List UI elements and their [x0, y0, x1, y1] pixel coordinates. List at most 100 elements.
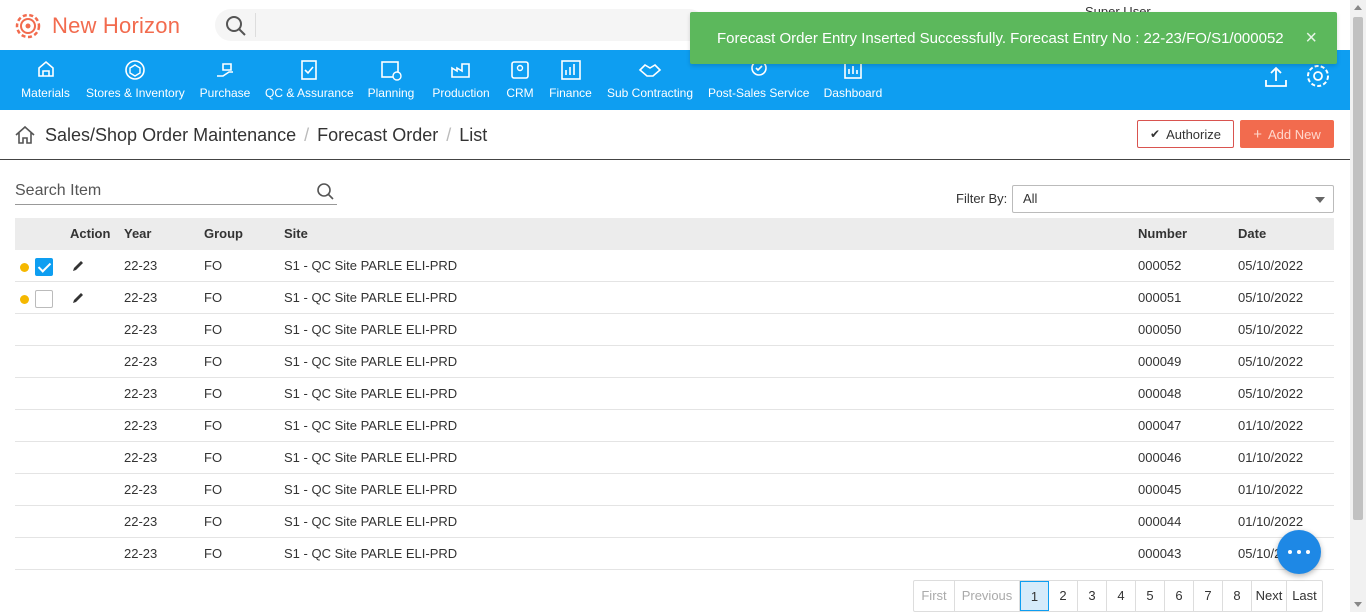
cell-date: 05/10/2022 [1238, 386, 1304, 401]
nav-production[interactable]: Production [430, 50, 492, 110]
cell-date: 05/10/2022 [1238, 322, 1304, 337]
pager-next-button[interactable]: Next [1252, 581, 1287, 611]
scroll-up-arrow-icon[interactable] [1354, 5, 1362, 10]
cell-year: 22-23 [124, 290, 158, 305]
nav-crm[interactable]: CRM [503, 50, 537, 110]
table-row[interactable]: 22-23 FO S1 - QC Site PARLE ELI-PRD 000044 0… [15, 506, 1334, 538]
page-scrollbar[interactable] [1350, 0, 1366, 612]
cell-number: 000049 [1138, 354, 1182, 369]
cell-year: 22-23 [124, 258, 158, 273]
header-date[interactable]: Date [1238, 218, 1266, 250]
cell-group: FO [204, 482, 223, 497]
search-item-input[interactable] [15, 180, 305, 202]
nav-qc-assurance[interactable]: QC & Assurance [265, 50, 354, 110]
settings-gear-icon[interactable] [1304, 62, 1332, 90]
pager-page-8[interactable]: 8 [1223, 581, 1252, 611]
table-row[interactable]: 22-23 FO S1 - QC Site PARLE ELI-PRD 000043 0… [15, 538, 1334, 570]
gear-logo-icon [15, 13, 41, 39]
filter-label: Filter By: [956, 191, 1008, 206]
scroll-down-arrow-icon[interactable] [1354, 602, 1362, 607]
table-header: Action Year Group Site Number Date [15, 218, 1334, 250]
edit-pencil-icon[interactable] [71, 291, 85, 305]
cell-site: S1 - QC Site PARLE ELI-PRD [284, 322, 458, 337]
nav-planning[interactable]: Planning [366, 50, 416, 110]
success-toast: Forecast Order Entry Inserted Successful… [690, 12, 1337, 64]
row-checkbox[interactable] [35, 258, 53, 276]
filter-value: All [1023, 191, 1038, 206]
cell-group: FO [204, 546, 223, 561]
home-icon[interactable] [14, 124, 36, 146]
pager-previous-button[interactable]: Previous [955, 581, 1020, 611]
pager-page-3[interactable]: 3 [1078, 581, 1107, 611]
cell-site: S1 - QC Site PARLE ELI-PRD [284, 354, 458, 369]
table-row[interactable]: 22-23 FO S1 - QC Site PARLE ELI-PRD 000047 0… [15, 410, 1334, 442]
breadcrumb-bar: Sales/Shop Order Maintenance / Forecast … [0, 110, 1350, 160]
table-row[interactable]: 22-23 FO S1 - QC Site PARLE ELI-PRD 000048 0… [15, 378, 1334, 410]
cell-year: 22-23 [124, 418, 158, 433]
breadcrumb-separator: / [304, 124, 310, 145]
forecast-order-table: Action Year Group Site Number Date 22-23… [15, 218, 1334, 570]
pagination: First Previous 1 2 3 4 5 6 7 8 Next Last [913, 580, 1323, 612]
pager-page-6[interactable]: 6 [1165, 581, 1194, 611]
cell-year: 22-23 [124, 482, 158, 497]
cell-group: FO [204, 450, 223, 465]
breadcrumb-sales-shop-order[interactable]: Sales/Shop Order Maintenance [45, 125, 296, 146]
pager-page-4[interactable]: 4 [1107, 581, 1136, 611]
toast-message: Forecast Order Entry Inserted Successful… [717, 30, 1284, 47]
breadcrumb-forecast-order[interactable]: Forecast Order [317, 125, 438, 146]
cell-year: 22-23 [124, 386, 158, 401]
pager-first-button[interactable]: First [914, 581, 955, 611]
toast-close-icon[interactable]: × [1305, 27, 1317, 50]
search-icon[interactable] [225, 15, 247, 37]
cell-date: 01/10/2022 [1238, 482, 1304, 497]
brand-logo[interactable]: New Horizon [12, 10, 180, 42]
table-row[interactable]: 22-23 FO S1 - QC Site PARLE ELI-PRD 000051 0… [15, 282, 1334, 314]
table-row[interactable]: 22-23 FO S1 - QC Site PARLE ELI-PRD 000046 0… [15, 442, 1334, 474]
nav-purchase[interactable]: Purchase [198, 50, 252, 110]
more-dots-icon [1288, 550, 1310, 554]
row-checkbox[interactable] [35, 290, 53, 308]
chevron-down-icon [1315, 197, 1325, 203]
nav-finance[interactable]: Finance [548, 50, 593, 110]
materials-icon [37, 60, 54, 77]
search-icon[interactable] [316, 182, 335, 201]
add-new-button[interactable]: + Add New [1240, 120, 1334, 148]
nav-sub-contracting[interactable]: Sub Contracting [606, 50, 694, 110]
edit-pencil-icon[interactable] [71, 259, 85, 273]
cell-group: FO [204, 418, 223, 433]
table-row[interactable]: 22-23 FO S1 - QC Site PARLE ELI-PRD 000050 0… [15, 314, 1334, 346]
planning-icon [381, 61, 402, 81]
scroll-thumb[interactable] [1353, 17, 1363, 520]
cell-number: 000045 [1138, 482, 1182, 497]
pager-page-2[interactable]: 2 [1049, 581, 1078, 611]
filter-select[interactable]: All [1012, 185, 1334, 213]
cell-number: 000044 [1138, 514, 1182, 529]
breadcrumb-list: List [459, 124, 488, 145]
upload-icon[interactable] [1262, 62, 1290, 90]
cell-site: S1 - QC Site PARLE ELI-PRD [284, 258, 458, 273]
pager-last-button[interactable]: Last [1287, 581, 1322, 611]
nav-materials[interactable]: Materials [18, 50, 73, 110]
cell-year: 22-23 [124, 546, 158, 561]
header-group[interactable]: Group [204, 218, 243, 250]
stores-icon [125, 60, 145, 80]
header-year[interactable]: Year [124, 218, 151, 250]
global-search[interactable] [215, 9, 705, 41]
cell-number: 000048 [1138, 386, 1182, 401]
cell-date: 05/10/2022 [1238, 258, 1304, 273]
header-number[interactable]: Number [1138, 218, 1187, 250]
chat-button[interactable] [1277, 530, 1321, 574]
pager-page-5[interactable]: 5 [1136, 581, 1165, 611]
search-divider [255, 13, 256, 37]
cell-group: FO [204, 514, 223, 529]
search-item-box [15, 180, 337, 205]
pager-page-1[interactable]: 1 [1020, 581, 1049, 611]
authorize-button[interactable]: ✔ Authorize [1137, 120, 1234, 148]
table-row[interactable]: 22-23 FO S1 - QC Site PARLE ELI-PRD 000052 0… [15, 250, 1334, 282]
cell-group: FO [204, 258, 223, 273]
header-site[interactable]: Site [284, 218, 308, 250]
nav-stores-inventory[interactable]: Stores & Inventory [86, 50, 185, 110]
pager-page-7[interactable]: 7 [1194, 581, 1223, 611]
table-row[interactable]: 22-23 FO S1 - QC Site PARLE ELI-PRD 000049 0… [15, 346, 1334, 378]
table-row[interactable]: 22-23 FO S1 - QC Site PARLE ELI-PRD 000045 0… [15, 474, 1334, 506]
